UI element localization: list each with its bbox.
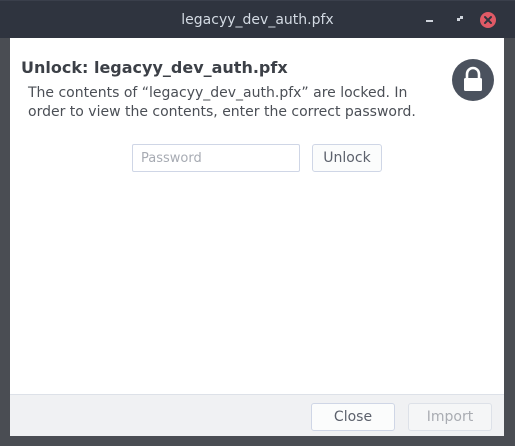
close-window-icon[interactable]: [480, 12, 496, 28]
dialog-window: legacyy_dev_auth.pfx Unlock: legacyy_dev…: [0, 0, 515, 446]
maximize-icon[interactable]: [452, 12, 468, 28]
import-button[interactable]: Import: [408, 403, 492, 431]
dialog-content: Unlock: legacyy_dev_auth.pfx The content…: [10, 38, 504, 394]
dialog-heading: Unlock: legacyy_dev_auth.pfx: [21, 58, 288, 77]
dialog-footer: Close Import: [10, 394, 504, 436]
close-button[interactable]: Close: [311, 403, 395, 431]
minimize-icon[interactable]: [422, 12, 438, 28]
password-input[interactable]: [132, 144, 300, 172]
lock-icon: [452, 59, 494, 101]
title-bar[interactable]: legacyy_dev_auth.pfx: [0, 0, 515, 38]
dialog-description: The contents of “legacyy_dev_auth.pfx” a…: [28, 85, 416, 120]
unlock-button[interactable]: Unlock: [312, 144, 382, 172]
